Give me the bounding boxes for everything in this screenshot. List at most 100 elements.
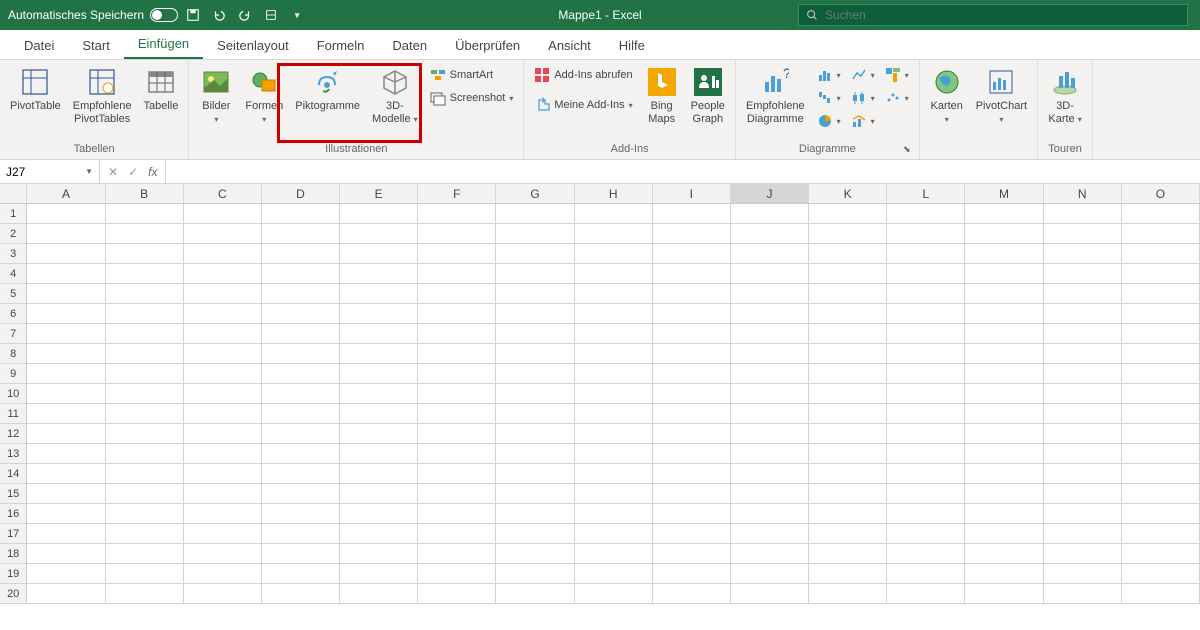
cell[interactable] (418, 284, 496, 304)
cell[interactable] (731, 344, 809, 364)
cell[interactable] (418, 224, 496, 244)
cell[interactable] (340, 204, 418, 224)
cell[interactable] (496, 304, 574, 324)
cell[interactable] (965, 364, 1043, 384)
cell[interactable] (106, 364, 184, 384)
cell[interactable] (496, 284, 574, 304)
cell[interactable] (418, 244, 496, 264)
cell[interactable] (887, 484, 965, 504)
cell[interactable] (575, 564, 653, 584)
cell[interactable] (809, 304, 887, 324)
cell[interactable] (1044, 204, 1122, 224)
cell[interactable] (731, 444, 809, 464)
cell[interactable] (887, 244, 965, 264)
cell[interactable] (1044, 444, 1122, 464)
cell[interactable] (262, 584, 340, 604)
cell[interactable] (27, 384, 105, 404)
cell[interactable] (106, 404, 184, 424)
cell[interactable] (653, 304, 731, 324)
cell[interactable] (27, 584, 105, 604)
cell[interactable] (262, 404, 340, 424)
cell[interactable] (809, 284, 887, 304)
cell[interactable] (1122, 584, 1200, 604)
cell[interactable] (262, 564, 340, 584)
fx-icon[interactable]: fx (148, 165, 157, 179)
enter-icon[interactable]: ✓ (128, 165, 138, 179)
cell[interactable] (27, 224, 105, 244)
cell[interactable] (731, 424, 809, 444)
cell[interactable] (731, 584, 809, 604)
table-button[interactable]: Tabelle (139, 64, 182, 115)
cell[interactable] (184, 524, 262, 544)
cell[interactable] (731, 244, 809, 264)
cell[interactable] (575, 484, 653, 504)
people-graph-button[interactable]: People Graph (687, 64, 729, 128)
column-header[interactable]: G (496, 184, 574, 204)
cell[interactable] (965, 484, 1043, 504)
cell[interactable] (887, 284, 965, 304)
cell[interactable] (340, 464, 418, 484)
cell[interactable] (1122, 244, 1200, 264)
cell[interactable] (418, 524, 496, 544)
cell[interactable] (262, 244, 340, 264)
row-header[interactable]: 7 (0, 324, 27, 344)
column-header[interactable]: J (731, 184, 809, 204)
cell[interactable] (653, 424, 731, 444)
cell[interactable] (653, 264, 731, 284)
cell[interactable] (106, 524, 184, 544)
cell[interactable] (887, 444, 965, 464)
cell[interactable] (184, 244, 262, 264)
cell[interactable] (418, 364, 496, 384)
cell[interactable] (653, 244, 731, 264)
cell[interactable] (575, 444, 653, 464)
cell[interactable] (340, 344, 418, 364)
cell[interactable] (184, 424, 262, 444)
cell[interactable] (184, 564, 262, 584)
cell[interactable] (27, 504, 105, 524)
get-addins-button[interactable]: Add-Ins abrufen (530, 64, 636, 86)
cell[interactable] (653, 404, 731, 424)
cell[interactable] (1122, 364, 1200, 384)
cell[interactable] (418, 544, 496, 564)
tab-start[interactable]: Start (68, 32, 123, 59)
row-header[interactable]: 19 (0, 564, 27, 584)
cell[interactable] (731, 564, 809, 584)
cell[interactable] (184, 264, 262, 284)
column-header[interactable]: D (262, 184, 340, 204)
cell[interactable] (418, 484, 496, 504)
cell[interactable] (184, 444, 262, 464)
cell[interactable] (965, 424, 1043, 444)
cell[interactable] (575, 464, 653, 484)
row-header[interactable]: 2 (0, 224, 27, 244)
line-chart-button[interactable]: ▾ (847, 64, 879, 86)
cell[interactable] (575, 504, 653, 524)
cell[interactable] (418, 344, 496, 364)
cell[interactable] (340, 404, 418, 424)
recommended-charts-button[interactable]: ? Empfohlene Diagramme (742, 64, 809, 128)
cell[interactable] (27, 484, 105, 504)
cell[interactable] (262, 364, 340, 384)
cell[interactable] (575, 404, 653, 424)
cell[interactable] (496, 484, 574, 504)
cell[interactable] (106, 264, 184, 284)
column-header[interactable]: F (418, 184, 496, 204)
cell[interactable] (965, 204, 1043, 224)
cell[interactable] (887, 404, 965, 424)
cell[interactable] (731, 224, 809, 244)
scatter-chart-button[interactable]: ▾ (881, 87, 913, 109)
cell[interactable] (965, 384, 1043, 404)
cell[interactable] (731, 404, 809, 424)
cell[interactable] (887, 304, 965, 324)
pivottable-button[interactable]: PivotTable (6, 64, 65, 115)
cell[interactable] (418, 204, 496, 224)
cell[interactable] (653, 204, 731, 224)
tab-seitenlayout[interactable]: Seitenlayout (203, 32, 303, 59)
cell[interactable] (262, 484, 340, 504)
cell[interactable] (262, 444, 340, 464)
cell[interactable] (965, 244, 1043, 264)
3d-map-button[interactable]: 3D- Karte ▾ (1044, 64, 1086, 128)
cell[interactable] (809, 484, 887, 504)
cell[interactable] (887, 324, 965, 344)
search-input[interactable] (825, 8, 1181, 22)
cell[interactable] (965, 444, 1043, 464)
